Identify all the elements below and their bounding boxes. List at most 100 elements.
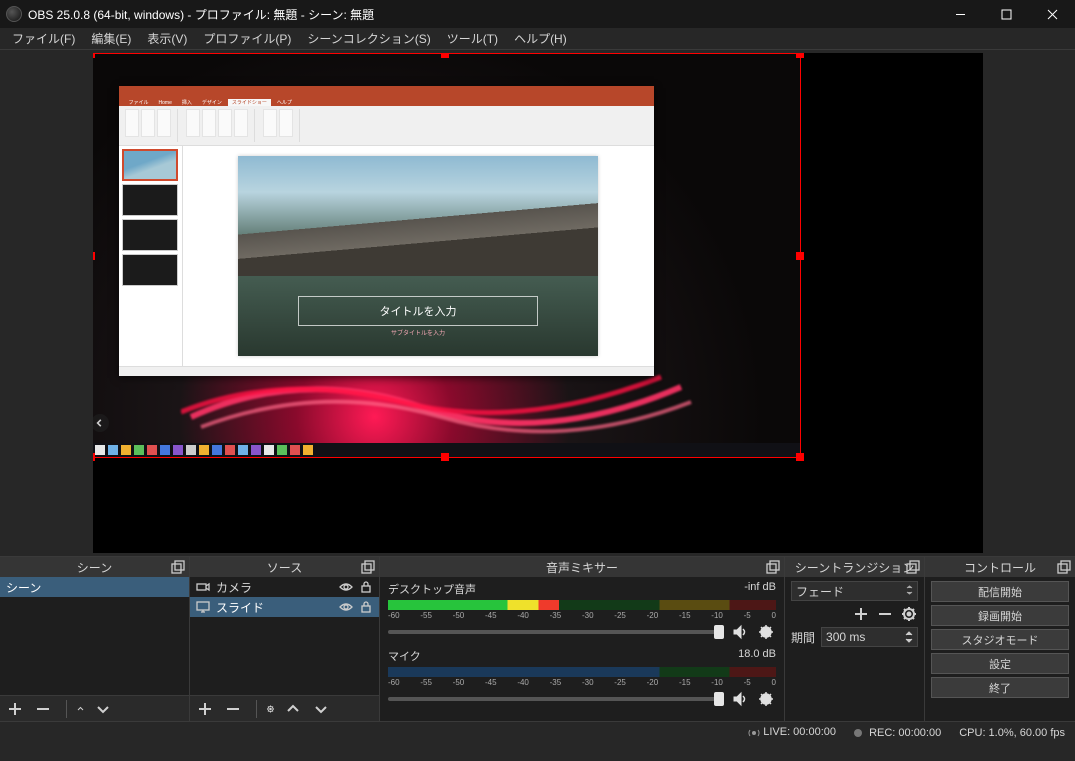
broadcast-icon — [748, 727, 760, 739]
menu-edit[interactable]: 編集(E) — [83, 28, 139, 49]
channel-db: -inf dB — [744, 581, 776, 597]
source-item-label: カメラ — [216, 579, 252, 596]
obs-logo-icon — [6, 6, 22, 22]
menu-scene-collection[interactable]: シーンコレクション(S) — [299, 28, 438, 49]
remove-transition-button[interactable] — [876, 605, 894, 623]
maximize-button[interactable] — [983, 0, 1029, 28]
mute-button[interactable] — [730, 622, 750, 642]
window-title: OBS 25.0.8 (64-bit, windows) - プロファイル: 無… — [28, 6, 937, 23]
move-source-up-button[interactable] — [284, 700, 302, 718]
add-source-button[interactable] — [196, 700, 214, 718]
resize-handle[interactable] — [93, 252, 95, 260]
resize-handle[interactable] — [796, 53, 804, 58]
record-dot-icon — [854, 729, 862, 737]
transition-select[interactable]: フェード — [791, 581, 918, 601]
resize-handle[interactable] — [796, 453, 804, 461]
preview-area: ファイルHome挿入 デザインスライドショーヘルプ — [0, 50, 1075, 556]
mute-button[interactable] — [730, 689, 750, 709]
settings-button[interactable]: 設定 — [931, 653, 1069, 674]
menu-tools[interactable]: ツール(T) — [439, 28, 506, 49]
channel-settings-button[interactable] — [756, 622, 776, 642]
dock-title-label: シーントランジション — [795, 559, 914, 576]
resize-handle[interactable] — [441, 453, 449, 461]
monitor-icon — [196, 600, 210, 614]
menu-view[interactable]: 表示(V) — [139, 28, 195, 49]
minimize-button[interactable] — [937, 0, 983, 28]
ppt-title-placeholder: タイトルを入力 — [298, 296, 538, 326]
chevron-left-icon — [93, 414, 109, 432]
resize-handle[interactable] — [796, 252, 804, 260]
source-item[interactable]: スライド — [190, 597, 379, 617]
channel-db: 18.0 dB — [738, 648, 776, 664]
lock-toggle-icon[interactable] — [359, 600, 373, 614]
scene-item-label: シーン — [6, 579, 41, 596]
resize-handle[interactable] — [93, 53, 95, 58]
duration-label: 期間 — [791, 629, 815, 646]
scenes-list[interactable]: シーン — [0, 577, 189, 695]
resize-handle[interactable] — [441, 53, 449, 58]
remove-scene-button[interactable] — [34, 700, 52, 718]
scenes-dock: シーン シーン — [0, 557, 190, 721]
rec-time-label: REC: 00:00:00 — [869, 727, 941, 739]
dock-popout-icon[interactable] — [361, 560, 375, 577]
source-item[interactable]: カメラ — [190, 577, 379, 597]
visibility-toggle-icon[interactable] — [339, 580, 353, 594]
menu-file[interactable]: ファイル(F) — [4, 28, 83, 49]
lock-toggle-icon[interactable] — [359, 580, 373, 594]
dock-popout-icon[interactable] — [171, 560, 185, 577]
captured-desktop: ファイルHome挿入 デザインスライドショーヘルプ — [93, 54, 800, 457]
scenes-dock-title: シーン — [0, 557, 189, 577]
transitions-dock-title: シーントランジション — [785, 557, 924, 577]
dock-popout-icon[interactable] — [766, 560, 780, 577]
controls-dock: コントロール 配信開始 録画開始 スタジオモード 設定 終了 — [925, 557, 1075, 721]
channel-settings-button[interactable] — [756, 689, 776, 709]
sources-dock: ソース カメラ スライド — [190, 557, 380, 721]
move-source-down-button[interactable] — [312, 700, 330, 718]
transition-properties-button[interactable] — [900, 605, 918, 623]
mixer-channel: デスクトップ音声 -inf dB -60-55-50 -45-40-35 -30… — [380, 577, 784, 644]
source-properties-button[interactable] — [256, 700, 274, 718]
scene-item[interactable]: シーン — [0, 577, 189, 597]
move-scene-up-button[interactable] — [66, 700, 84, 718]
rec-status: REC: 00:00:00 — [854, 727, 941, 739]
meter-ticks: -60-55-50 -45-40-35 -30-25-20 -15-10-5 0 — [388, 678, 776, 687]
mixer-dock-title: 音声ミキサー — [380, 557, 784, 577]
dock-popout-icon[interactable] — [906, 560, 920, 577]
volume-meter — [388, 667, 776, 677]
ppt-subtitle-placeholder: サブタイトルを入力 — [298, 328, 538, 337]
duration-spinbox[interactable]: 300 ms — [821, 627, 918, 647]
volume-slider[interactable] — [388, 630, 724, 634]
dock-title-label: ソース — [267, 559, 302, 576]
menu-help[interactable]: ヘルプ(H) — [506, 28, 575, 49]
move-scene-down-button[interactable] — [94, 700, 112, 718]
preview-canvas[interactable]: ファイルHome挿入 デザインスライドショーヘルプ — [93, 53, 983, 553]
volume-slider[interactable] — [388, 697, 724, 701]
exit-button[interactable]: 終了 — [931, 677, 1069, 698]
docks-row: シーン シーン ソース カメラ — [0, 556, 1075, 721]
start-streaming-button[interactable]: 配信開始 — [931, 581, 1069, 602]
audio-mixer-dock: 音声ミキサー デスクトップ音声 -inf dB -60-55-50 -45-40… — [380, 557, 785, 721]
menubar: ファイル(F) 編集(E) 表示(V) プロファイル(P) シーンコレクション(… — [0, 28, 1075, 50]
menu-profile[interactable]: プロファイル(P) — [195, 28, 299, 49]
add-scene-button[interactable] — [6, 700, 24, 718]
start-recording-button[interactable]: 録画開始 — [931, 605, 1069, 626]
close-button[interactable] — [1029, 0, 1075, 28]
add-transition-button[interactable] — [852, 605, 870, 623]
resize-handle[interactable] — [93, 453, 95, 461]
captured-powerpoint-window: ファイルHome挿入 デザインスライドショーヘルプ — [119, 86, 654, 376]
studio-mode-button[interactable]: スタジオモード — [931, 629, 1069, 650]
transitions-dock: シーントランジション フェード 期間 300 ms — [785, 557, 925, 721]
transition-select-value: フェード — [796, 583, 844, 600]
visibility-toggle-icon[interactable] — [339, 600, 353, 614]
sources-dock-title: ソース — [190, 557, 379, 577]
selection-box[interactable]: ファイルHome挿入 デザインスライドショーヘルプ — [93, 53, 801, 458]
live-status: LIVE: 00:00:00 — [748, 726, 836, 738]
channel-name: マイク — [388, 648, 421, 664]
titlebar: OBS 25.0.8 (64-bit, windows) - プロファイル: 無… — [0, 0, 1075, 28]
spin-arrows-icon[interactable] — [905, 630, 913, 644]
remove-source-button[interactable] — [224, 700, 242, 718]
channel-name: デスクトップ音声 — [388, 581, 476, 597]
dock-popout-icon[interactable] — [1057, 560, 1071, 577]
sources-list[interactable]: カメラ スライド — [190, 577, 379, 695]
cpu-fps-label: CPU: 1.0%, 60.00 fps — [959, 727, 1065, 739]
